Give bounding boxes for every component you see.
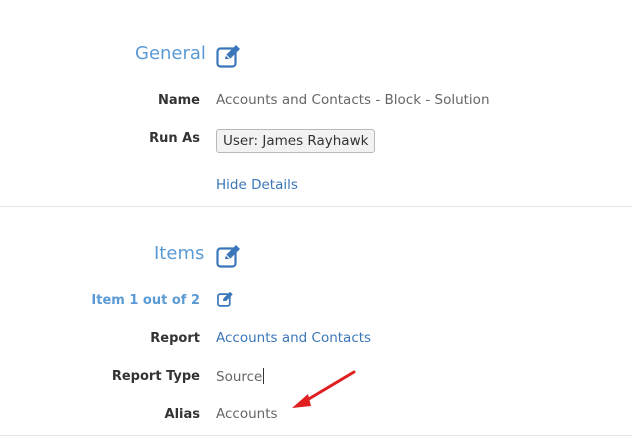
red-arrow-annotation — [292, 370, 356, 408]
run-as-user-badge[interactable]: User: James Rayhawk — [216, 129, 376, 153]
run-as-label: Run As — [149, 131, 200, 146]
report-type-value-wrap: Source — [216, 368, 265, 385]
items-section-title: Items — [154, 243, 205, 264]
item-edit-icon[interactable] — [217, 291, 234, 307]
report-type-label: Report Type — [111, 369, 200, 384]
general-section-title: General — [135, 43, 206, 64]
report-link[interactable]: Accounts and Contacts — [216, 330, 371, 346]
alias-value: Accounts — [216, 406, 278, 422]
general-edit-icon[interactable] — [216, 44, 242, 68]
alias-label: Alias — [164, 407, 200, 422]
text-cursor — [263, 368, 265, 384]
section-divider — [0, 206, 632, 207]
hide-details-link[interactable]: Hide Details — [216, 177, 298, 193]
report-type-value: Source — [216, 369, 263, 385]
report-label: Report — [150, 331, 200, 346]
bottom-divider — [0, 435, 632, 436]
items-edit-icon[interactable] — [216, 244, 242, 268]
name-value: Accounts and Contacts - Block - Solution — [216, 92, 490, 108]
name-label: Name — [157, 93, 200, 108]
item-counter: Item 1 out of 2 — [91, 293, 200, 308]
